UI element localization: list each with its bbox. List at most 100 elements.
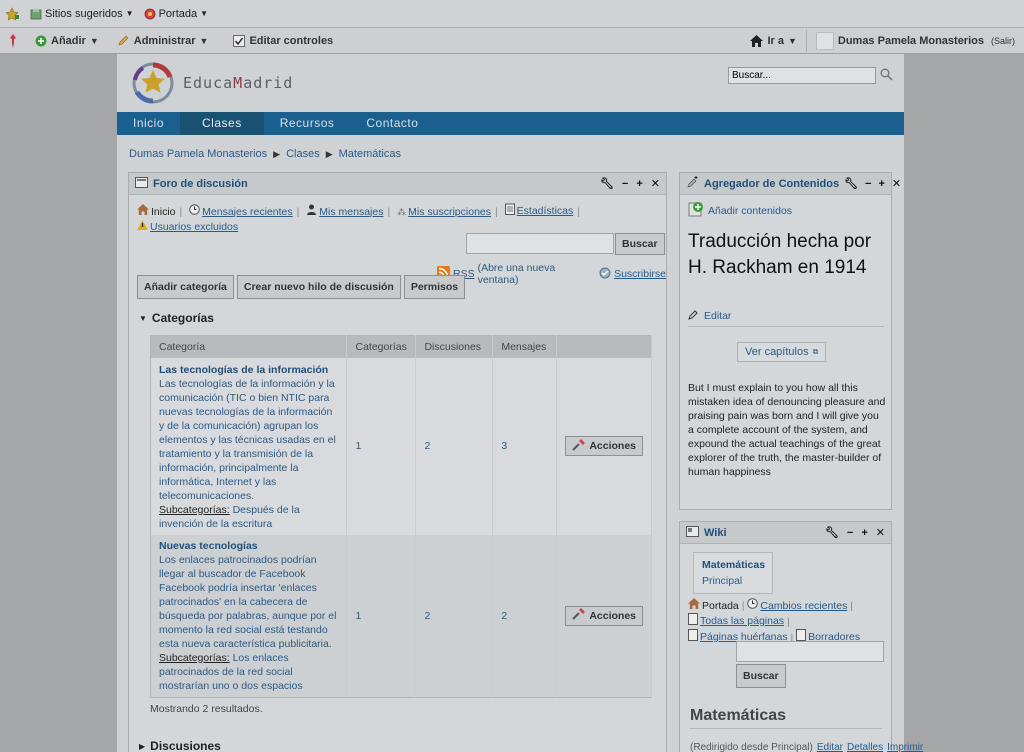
forum-link-home[interactable]: Inicio — [137, 204, 176, 220]
bookmark-label: Sitios sugeridos — [45, 7, 123, 20]
table-header-row: Categoría Categorías Discusiones Mensaje… — [150, 335, 652, 358]
forum-link-recent[interactable]: Mensajes recientes — [189, 204, 293, 220]
close-icon[interactable]: ✕ — [651, 177, 660, 190]
category-name-link[interactable]: Nuevas tecnologías — [159, 540, 338, 552]
site-logo[interactable]: EducaMadrid — [131, 62, 293, 104]
wiki-details-link[interactable]: Detalles — [847, 742, 883, 752]
column-header-categories[interactable]: Categorías — [346, 335, 417, 358]
content-aggregator-portlet: Agregador de Contenidos 🔧︎ − + ✕ Añadir … — [679, 172, 901, 510]
subscribe-link[interactable]: Suscribirse — [614, 268, 666, 280]
minimize-icon[interactable]: − — [622, 178, 628, 190]
search-icon[interactable] — [880, 68, 893, 84]
clock-icon — [189, 204, 200, 220]
forum-search: Buscar — [466, 233, 665, 255]
bookmark-portada[interactable]: Portada ▼ — [144, 8, 208, 20]
close-icon[interactable]: ✕ — [892, 177, 901, 190]
post-count: 2 — [492, 534, 558, 698]
wiki-link-recent[interactable]: Cambios recientes — [747, 598, 847, 613]
add-favorites-icon[interactable] — [4, 6, 20, 21]
nav-item-recursos[interactable]: Recursos — [264, 112, 351, 135]
rss-bar: RSS (Abre una nueva ventana) Suscribirse — [437, 262, 666, 286]
wrench-icon[interactable]: 🔧︎ — [825, 526, 839, 539]
pin-icon[interactable] — [0, 28, 26, 54]
wiki-print-link[interactable]: Imprimir — [887, 742, 923, 752]
nav-item-inicio[interactable]: Inicio — [117, 112, 180, 135]
forum-link-banned-users[interactable]: Usuarios excluidos — [137, 220, 238, 235]
permissions-button[interactable]: Permisos — [403, 275, 466, 299]
breadcrumb: Dumas Pamela Monasterios ▶ Clases ▶ Mate… — [129, 148, 401, 160]
maximize-icon[interactable]: + — [878, 178, 884, 190]
forum-icon — [135, 176, 148, 191]
redirected-note: (Redirigido desde Principal) — [690, 742, 813, 752]
wiki-link-all-pages[interactable]: Todas las páginas — [688, 613, 784, 629]
portlet-tools: 🔧︎ − + ✕ — [844, 177, 901, 191]
new-thread-button[interactable]: Crear nuevo hilo de discusión — [236, 275, 401, 299]
maximize-icon[interactable]: + — [861, 527, 867, 539]
wiki-edit-link[interactable]: Editar — [817, 742, 843, 752]
chevron-down-icon: ▼ — [199, 35, 209, 46]
sign-out-link[interactable]: (Salir) — [991, 36, 1015, 46]
wiki-icon — [686, 525, 699, 540]
results-count: Mostrando 2 resultados. — [150, 703, 263, 715]
clock-icon — [747, 598, 759, 613]
pencil-icon — [117, 34, 130, 47]
avatar — [815, 31, 834, 50]
maximize-icon[interactable]: + — [636, 178, 642, 190]
bookmark-suggested-sites[interactable]: Sitios sugeridos ▼ — [30, 8, 134, 20]
thread-count: 2 — [415, 534, 494, 698]
category-description: Los enlaces patrocinados podrían llegar … — [159, 553, 337, 650]
wiki-link-frontpage[interactable]: Portada — [688, 598, 739, 613]
table-row: Las tecnologías de la información Las te… — [150, 357, 652, 535]
site-search-input[interactable] — [728, 67, 876, 84]
view-chapters-button[interactable]: Ver capítulos ⧉ — [737, 342, 827, 362]
tools-icon — [572, 438, 586, 454]
category-cell: Las tecnologías de la información Las te… — [150, 357, 348, 535]
actions-button[interactable]: Acciones — [565, 605, 643, 626]
add-category-button[interactable]: Añadir categoría — [137, 275, 234, 299]
chevron-down-icon: ▼ — [787, 35, 797, 46]
wiki-tab-matematicas[interactable]: Matemáticas — [702, 557, 765, 573]
user-menu[interactable]: Dumas Pamela Monasterios (Salir) — [807, 28, 1024, 54]
forum-link-my-posts[interactable]: Mis mensajes — [306, 204, 383, 220]
add-menu[interactable]: Añadir ▼ — [26, 28, 108, 54]
forum-search-input[interactable] — [466, 233, 614, 254]
edit-controls-toggle[interactable]: Editar controles — [217, 28, 342, 54]
add-content-link[interactable]: Añadir contenidos — [688, 201, 792, 220]
wrench-icon[interactable]: 🔧︎ — [600, 177, 614, 190]
wiki-page-footer: (Redirigido desde Principal) Editar Deta… — [690, 742, 923, 752]
categories-heading[interactable]: ▼ Categorías — [139, 311, 214, 325]
external-window-icon: ⧉ — [812, 347, 819, 356]
edit-article-link[interactable]: Editar — [688, 309, 731, 323]
column-header-posts[interactable]: Mensajes — [492, 335, 558, 358]
forum-link-stats[interactable]: Estadísticas — [504, 203, 573, 220]
chevron-down-icon: ▼ — [125, 9, 134, 18]
discussions-heading[interactable]: ▶ Discusiones — [139, 739, 221, 752]
forum-search-button[interactable]: Buscar — [615, 233, 665, 255]
close-icon[interactable]: ✕ — [876, 526, 885, 539]
wiki-search-button[interactable]: Buscar — [736, 664, 786, 688]
actions-button[interactable]: Acciones — [565, 436, 643, 456]
aggregator-title: Agregador de Contenidos — [704, 177, 840, 190]
actions-cell: Acciones — [556, 534, 652, 698]
breadcrumb-item-clases[interactable]: Clases — [286, 148, 320, 160]
forum-title: Foro de discusión — [153, 177, 248, 190]
minimize-icon[interactable]: − — [865, 178, 871, 190]
column-header-threads[interactable]: Discusiones — [415, 335, 494, 358]
category-name-link[interactable]: Las tecnologías de la información — [159, 364, 338, 376]
subcategories: Subcategorías: Después de la invención d… — [159, 503, 300, 530]
breadcrumb-item-matematicas[interactable]: Matemáticas — [339, 148, 401, 160]
forum-link-subscriptions[interactable]: ⁂ Mis suscripciones — [397, 205, 491, 220]
feed-icon: ⁂ — [397, 207, 407, 217]
manage-menu[interactable]: Administrar ▼ — [108, 28, 218, 54]
column-header-category[interactable]: Categoría — [150, 335, 348, 358]
article-body: But I must explain to you how all this m… — [688, 382, 886, 478]
nav-item-contacto[interactable]: Contacto — [350, 112, 434, 135]
wrench-icon[interactable]: 🔧︎ — [844, 177, 858, 190]
wiki-tab-principal[interactable]: Principal — [702, 573, 764, 589]
tools-icon — [572, 608, 586, 623]
nav-item-clases[interactable]: Clases — [180, 112, 264, 135]
minimize-icon[interactable]: − — [847, 527, 853, 539]
wiki-search-input[interactable] — [736, 641, 884, 662]
breadcrumb-item-user[interactable]: Dumas Pamela Monasterios — [129, 148, 267, 160]
goto-menu[interactable]: Ir a ▼ — [741, 28, 805, 54]
